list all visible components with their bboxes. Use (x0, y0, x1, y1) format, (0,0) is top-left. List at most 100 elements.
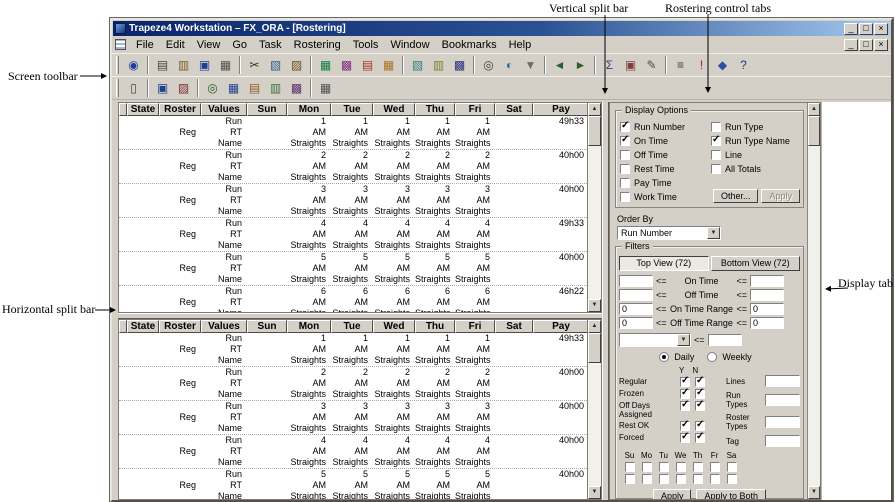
range-max-field[interactable] (750, 289, 785, 301)
grid-icon[interactable]: ▩ (449, 55, 470, 75)
summary-view-icon[interactable]: ▥ (265, 78, 286, 98)
range-min-field[interactable] (619, 275, 653, 287)
help-icon[interactable]: ? (733, 55, 754, 75)
column-header-fri[interactable]: Fri (455, 103, 495, 116)
stats-icon[interactable]: ▣ (620, 55, 641, 75)
flag-yes-checkbox[interactable] (680, 387, 690, 399)
column-header-tue[interactable]: Tue (331, 103, 373, 116)
toolbar-drag-handle[interactable] (116, 56, 119, 74)
column-header-pay[interactable]: Pay (533, 103, 587, 116)
column-header-values[interactable]: Values (201, 103, 247, 116)
info-icon[interactable]: ◆ (712, 55, 733, 75)
scroll-down-icon[interactable]: ▼ (808, 486, 820, 499)
menu-view[interactable]: View (191, 38, 227, 53)
chevron-down-icon[interactable]: ▼ (677, 334, 690, 346)
notes-icon[interactable]: ✎ (641, 55, 662, 75)
flag-no-checkbox[interactable] (695, 375, 705, 387)
column-header-state[interactable]: State (127, 103, 159, 116)
menu-help[interactable]: Help (503, 38, 538, 53)
print-screen-icon[interactable]: ▦ (315, 78, 336, 98)
flag-no-checkbox[interactable] (695, 399, 705, 411)
vehicle-schedule-icon[interactable]: ▩ (336, 55, 357, 75)
roster-group[interactable]: Run 5 5 5 5 5 40h00 Reg RT AM AM AM AM AM Name Straight… (119, 252, 587, 286)
day-checkbox-sa[interactable] (726, 474, 737, 484)
copy-icon[interactable]: ▧ (265, 55, 286, 75)
flag-yes-checkbox[interactable] (680, 375, 690, 387)
range-min-field[interactable] (619, 289, 653, 301)
document-icon[interactable]: ▤ (152, 55, 173, 75)
filters-apply-button[interactable]: Apply (652, 489, 692, 499)
checkbox-box[interactable] (620, 191, 630, 202)
day-checkbox-fr[interactable] (709, 462, 720, 472)
other-button[interactable]: Other... (712, 189, 759, 203)
row-indicator-header[interactable] (119, 320, 127, 333)
day-checkbox-we[interactable] (675, 474, 686, 484)
order-by-combobox[interactable]: Run Number ▼ (617, 226, 721, 240)
range-min-field[interactable]: 0 (619, 317, 653, 329)
chevron-down-icon[interactable]: ▼ (707, 227, 720, 239)
chart-icon[interactable]: ▧ (407, 55, 428, 75)
flag-yes-checkbox[interactable] (680, 419, 690, 431)
column-header-wed[interactable]: Wed (373, 103, 415, 116)
column-header-sun[interactable]: Sun (247, 103, 287, 116)
zoom-icon[interactable]: ◎ (478, 55, 499, 75)
screen-list-icon[interactable]: ▯ (123, 78, 144, 98)
day-checkbox-tu[interactable] (658, 462, 669, 472)
globe-icon[interactable]: ◉ (123, 55, 144, 75)
column-header-pay[interactable]: Pay (533, 320, 587, 333)
bottom-view-button[interactable]: Bottom View (72) (710, 256, 800, 271)
scroll-thumb[interactable] (588, 116, 601, 146)
roster-group[interactable]: Run 3 3 3 3 3 40h00 Reg RT AM AM AM AM AM Name Straight… (119, 401, 587, 435)
menu-rostering[interactable]: Rostering (288, 38, 347, 53)
column-header-state[interactable]: State (127, 320, 159, 333)
menu-tools[interactable]: Tools (347, 38, 385, 53)
range-min-field[interactable]: 0 (619, 303, 653, 315)
apply-button[interactable]: Apply (761, 189, 800, 203)
flag-yes-checkbox[interactable] (680, 431, 690, 443)
text-field[interactable] (765, 435, 800, 447)
day-checkbox-su[interactable] (624, 462, 635, 472)
toolbar-drag-handle[interactable] (116, 79, 119, 97)
day-checkbox-mo[interactable] (641, 462, 652, 472)
menu-edit[interactable]: Edit (160, 38, 191, 53)
column-header-thu[interactable]: Thu (415, 320, 455, 333)
text-field[interactable] (765, 375, 800, 387)
column-header-values[interactable]: Values (201, 320, 247, 333)
roster-group[interactable]: Run 3 3 3 3 3 40h00 Reg RT AM AM AM AM AM Name Straight… (119, 184, 587, 218)
menu-file[interactable]: File (130, 38, 160, 53)
sum-icon[interactable]: Σ (599, 55, 620, 75)
mdi-restore-button[interactable]: □ (859, 38, 873, 51)
save-icon[interactable]: ▣ (194, 55, 215, 75)
scroll-track[interactable] (588, 363, 601, 486)
day-checkbox-sa[interactable] (726, 462, 737, 472)
scroll-track[interactable] (588, 146, 601, 299)
roster-group[interactable]: Run 5 5 5 5 5 40h00 Reg RT AM AM AM AM AM Name Straight… (119, 469, 587, 499)
roster-group[interactable]: Run 2 2 2 2 2 40h00 Reg RT AM AM AM AM AM Name Straight… (119, 367, 587, 401)
checkbox-run-number[interactable]: Run Number (620, 120, 709, 132)
mdi-close-button[interactable]: × (874, 38, 888, 51)
forward-icon[interactable]: ► (570, 55, 591, 75)
checkbox-box[interactable] (620, 177, 630, 188)
gantt-icon[interactable]: ▥ (428, 55, 449, 75)
vertical-split-bar[interactable] (602, 102, 609, 500)
checkbox-box[interactable] (620, 120, 630, 132)
apply-to-both-button[interactable]: Apply to Both (696, 489, 767, 499)
checkbox-rest-time[interactable]: Rest Time (620, 163, 709, 174)
checkbox-run-type-name[interactable]: Run Type Name (711, 134, 800, 146)
flag-no-checkbox[interactable] (695, 431, 705, 443)
checkbox-box[interactable] (620, 134, 630, 146)
save-screen-icon[interactable]: ▣ (152, 78, 173, 98)
column-header-fri[interactable]: Fri (455, 320, 495, 333)
menu-go[interactable]: Go (226, 38, 253, 53)
mdi-minimize-button[interactable]: _ (844, 38, 858, 51)
weekly-radio[interactable] (707, 351, 718, 362)
filter-combobox[interactable]: ▼ (619, 333, 691, 347)
range-max-field[interactable] (750, 275, 785, 287)
checkbox-box[interactable] (711, 121, 721, 132)
day-checkbox-su[interactable] (624, 474, 635, 484)
range-max-field[interactable]: 0 (750, 317, 785, 329)
checkbox-all-totals[interactable]: All Totals (711, 163, 800, 174)
top-view-button[interactable]: Top View (72) (619, 256, 709, 271)
scroll-down-icon[interactable]: ▼ (588, 486, 601, 499)
close-button[interactable]: × (874, 22, 888, 35)
